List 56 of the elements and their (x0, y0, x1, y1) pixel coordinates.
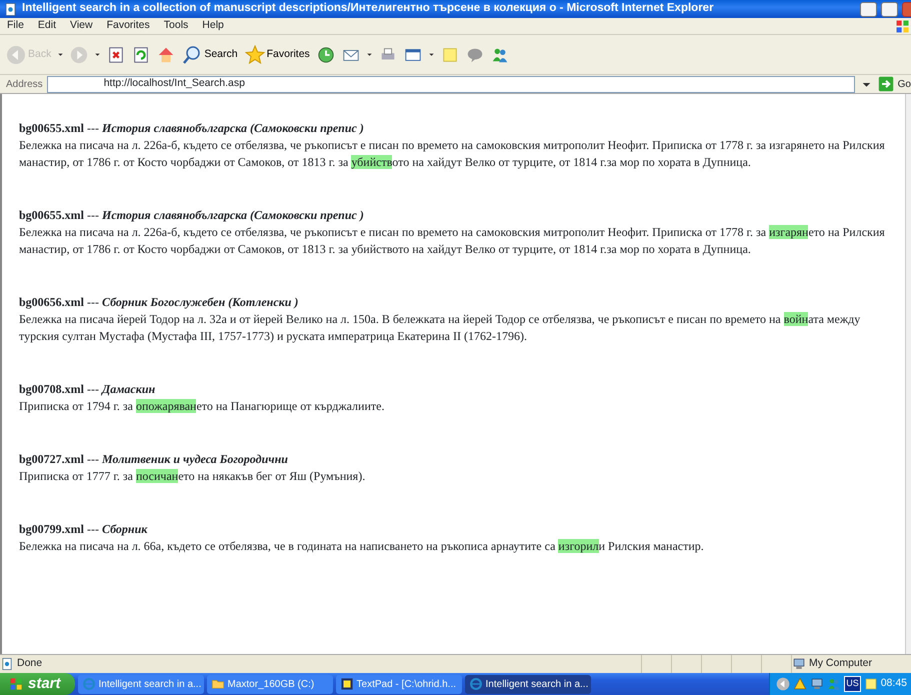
result-description: Бележка на писача на л. 226а-б, където се отбелязва, че ръкописът е писан по времето на самоковския митрополит Неофит. Приписка от 1778 г. за изгарянето на Рилския манастир, от 1786 г. от Косто чорбаджи от Самоков, от 1813 г. за убийството на хайдут Велко от турците, от 1814 г.за мор по хората в Дупница. (19, 137, 886, 171)
maximize-button[interactable] (881, 2, 898, 16)
favorites-button[interactable]: Favorites (242, 42, 312, 66)
zone-label: My Computer (809, 656, 872, 672)
result-description: Бележка на писача на л. 66а, където се отбелязва, че в годината на написването на ръкописа арнаутите са изгорили Рилския манастир. (19, 538, 705, 555)
result-heading: bg00655.xml --- История славянобългарска (Самоковски препис ) (19, 207, 365, 224)
clock: 08:45 (880, 676, 907, 692)
forward-icon (70, 46, 88, 64)
result-heading: bg00656.xml --- Сборник Богослужебен (Котленски ) (19, 294, 300, 311)
menu-item[interactable]: View (63, 18, 100, 34)
taskbar-item[interactable]: TextPad - [C:\ohrid.h... (336, 674, 462, 694)
menu-item[interactable]: File (0, 18, 31, 34)
collapse-icon[interactable] (776, 677, 790, 691)
page-icon (3, 2, 18, 16)
result-heading: bg00727.xml --- Молитвеник и чудеса Богородични (19, 451, 289, 468)
go-label[interactable]: Go (898, 76, 911, 92)
stop-icon (107, 46, 126, 64)
result-heading: bg00799.xml --- Сборник (19, 521, 148, 538)
page-icon (0, 657, 14, 671)
back-icon (6, 44, 26, 64)
discuss-icon (466, 46, 484, 64)
result-description: Приписка от 1777 г. за посичането на някакъв бег от Яш (Румъния). (19, 468, 366, 485)
windows-logo-icon (894, 18, 911, 34)
search-icon (182, 44, 202, 64)
window-title: Intelligent search in a collection of manuscript descriptions/Интелигентно търсене в колекция о - Microsoft Internet Explorer (22, 1, 715, 16)
menu-item[interactable]: Help (195, 18, 231, 34)
result-heading: bg00655.xml --- История славянобългарска (Самоковски препис ) (19, 120, 365, 137)
taskbar-item[interactable]: Intelligent search in a... (78, 674, 204, 694)
messenger-icon (490, 46, 509, 64)
address-field[interactable]: http://localhost/Int_Search.asp (46, 76, 855, 92)
favorites-icon (244, 44, 265, 64)
windows-logo-icon (8, 676, 24, 692)
result-description: Бележка на писача на л. 226а-б, където се отбелязва, че ръкописът е писан по времето на самоковския митрополит Неофит. Приписка от 1778 г. за изгарянето на Рилския манастир, от 1786 г. от Косто чорбаджи от Самоков, от 1813 г. за убийството на хайдут Велко от турците, от 1814 г.за мор по хората в Дупница. (19, 224, 886, 258)
menu-item[interactable]: Edit (30, 18, 64, 34)
language-indicator[interactable]: US (844, 676, 861, 692)
status-text: Done (17, 656, 44, 672)
menu-item[interactable]: Tools (156, 18, 196, 34)
address-label: Address (6, 78, 43, 92)
network-icon[interactable] (810, 677, 824, 691)
refresh-icon (132, 46, 150, 64)
warning-icon[interactable] (793, 677, 808, 691)
scrollbar[interactable] (905, 94, 911, 654)
minimize-button[interactable] (860, 2, 877, 16)
home-icon (157, 46, 176, 64)
note-icon (440, 46, 459, 64)
taskbar-item[interactable]: Intelligent search in a... (464, 674, 591, 694)
result-description: Приписка от 1794 г. за опожаряването на Панагюрище от кърджалиите. (19, 398, 386, 415)
tray-icon[interactable] (864, 677, 878, 691)
taskbar-item[interactable]: Maxtor_160GB (C:) (206, 674, 333, 694)
result-heading: bg00708.xml --- Дамаскин (19, 381, 156, 398)
textpad-icon (340, 677, 354, 691)
computer-icon (792, 657, 806, 671)
search-button[interactable]: Search (180, 42, 240, 66)
folder-icon (210, 677, 225, 691)
result-description: Бележка на писача йерей Тодор на л. 32а и от йерей Велико на л. 150а. В бележката на йерей Тодор се отбелязва, че ръкописът е писан по времето на войната между турския султан Мустафа (Мустафа III, 1757-1773) и руската императрица Екатерина II (1762-1796). (19, 311, 862, 345)
menu-item[interactable]: Favorites (100, 18, 157, 34)
